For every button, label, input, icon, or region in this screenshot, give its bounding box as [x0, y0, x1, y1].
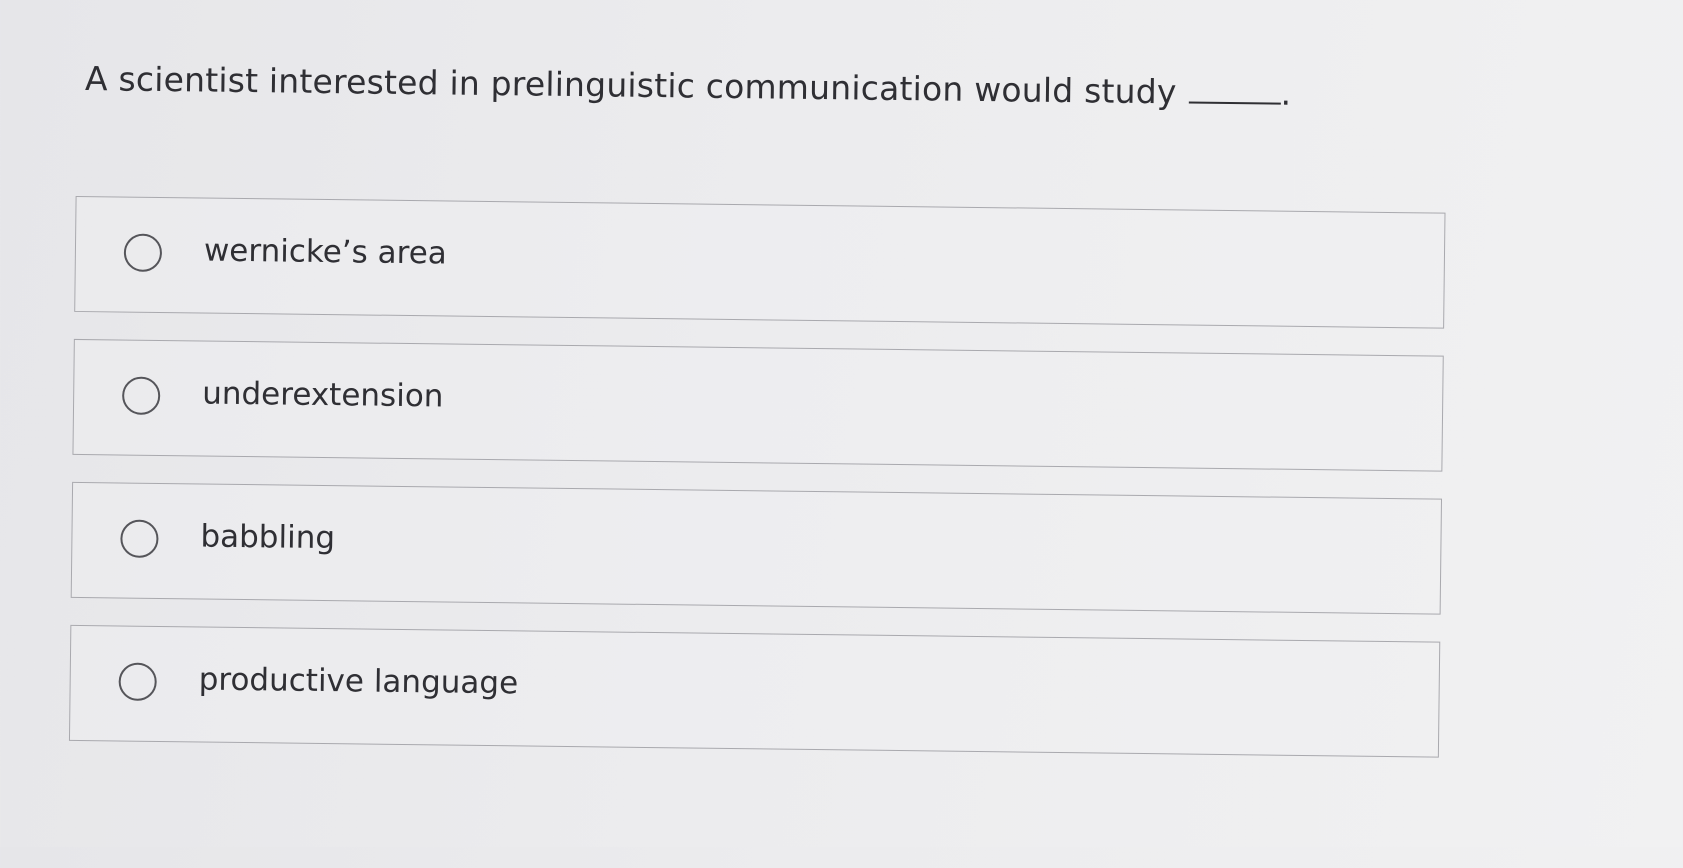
radio-button-icon[interactable]	[118, 662, 157, 701]
question-punctuation: .	[1280, 73, 1292, 113]
radio-button-icon[interactable]	[123, 233, 163, 272]
answer-option-label: productive language	[198, 661, 519, 702]
question-text: A scientist interested in prelinguistic …	[84, 59, 1177, 112]
answer-option-label: underextension	[201, 375, 444, 415]
question-prompt: A scientist interested in prelinguistic …	[85, 59, 1292, 113]
answer-option[interactable]: underextension	[72, 338, 1444, 472]
question-panel: A scientist interested in prelinguistic …	[0, 0, 1683, 867]
answer-option[interactable]: productive language	[68, 624, 1441, 758]
answer-option-label: wernicke’s area	[203, 232, 448, 272]
answer-option[interactable]: wernicke’s area	[74, 195, 1446, 329]
radio-button-icon[interactable]	[121, 376, 161, 415]
answer-blank	[1188, 101, 1281, 105]
radio-button-icon[interactable]	[120, 519, 159, 558]
answer-option-label: babbling	[200, 518, 336, 557]
answer-option[interactable]: babbling	[70, 481, 1443, 615]
